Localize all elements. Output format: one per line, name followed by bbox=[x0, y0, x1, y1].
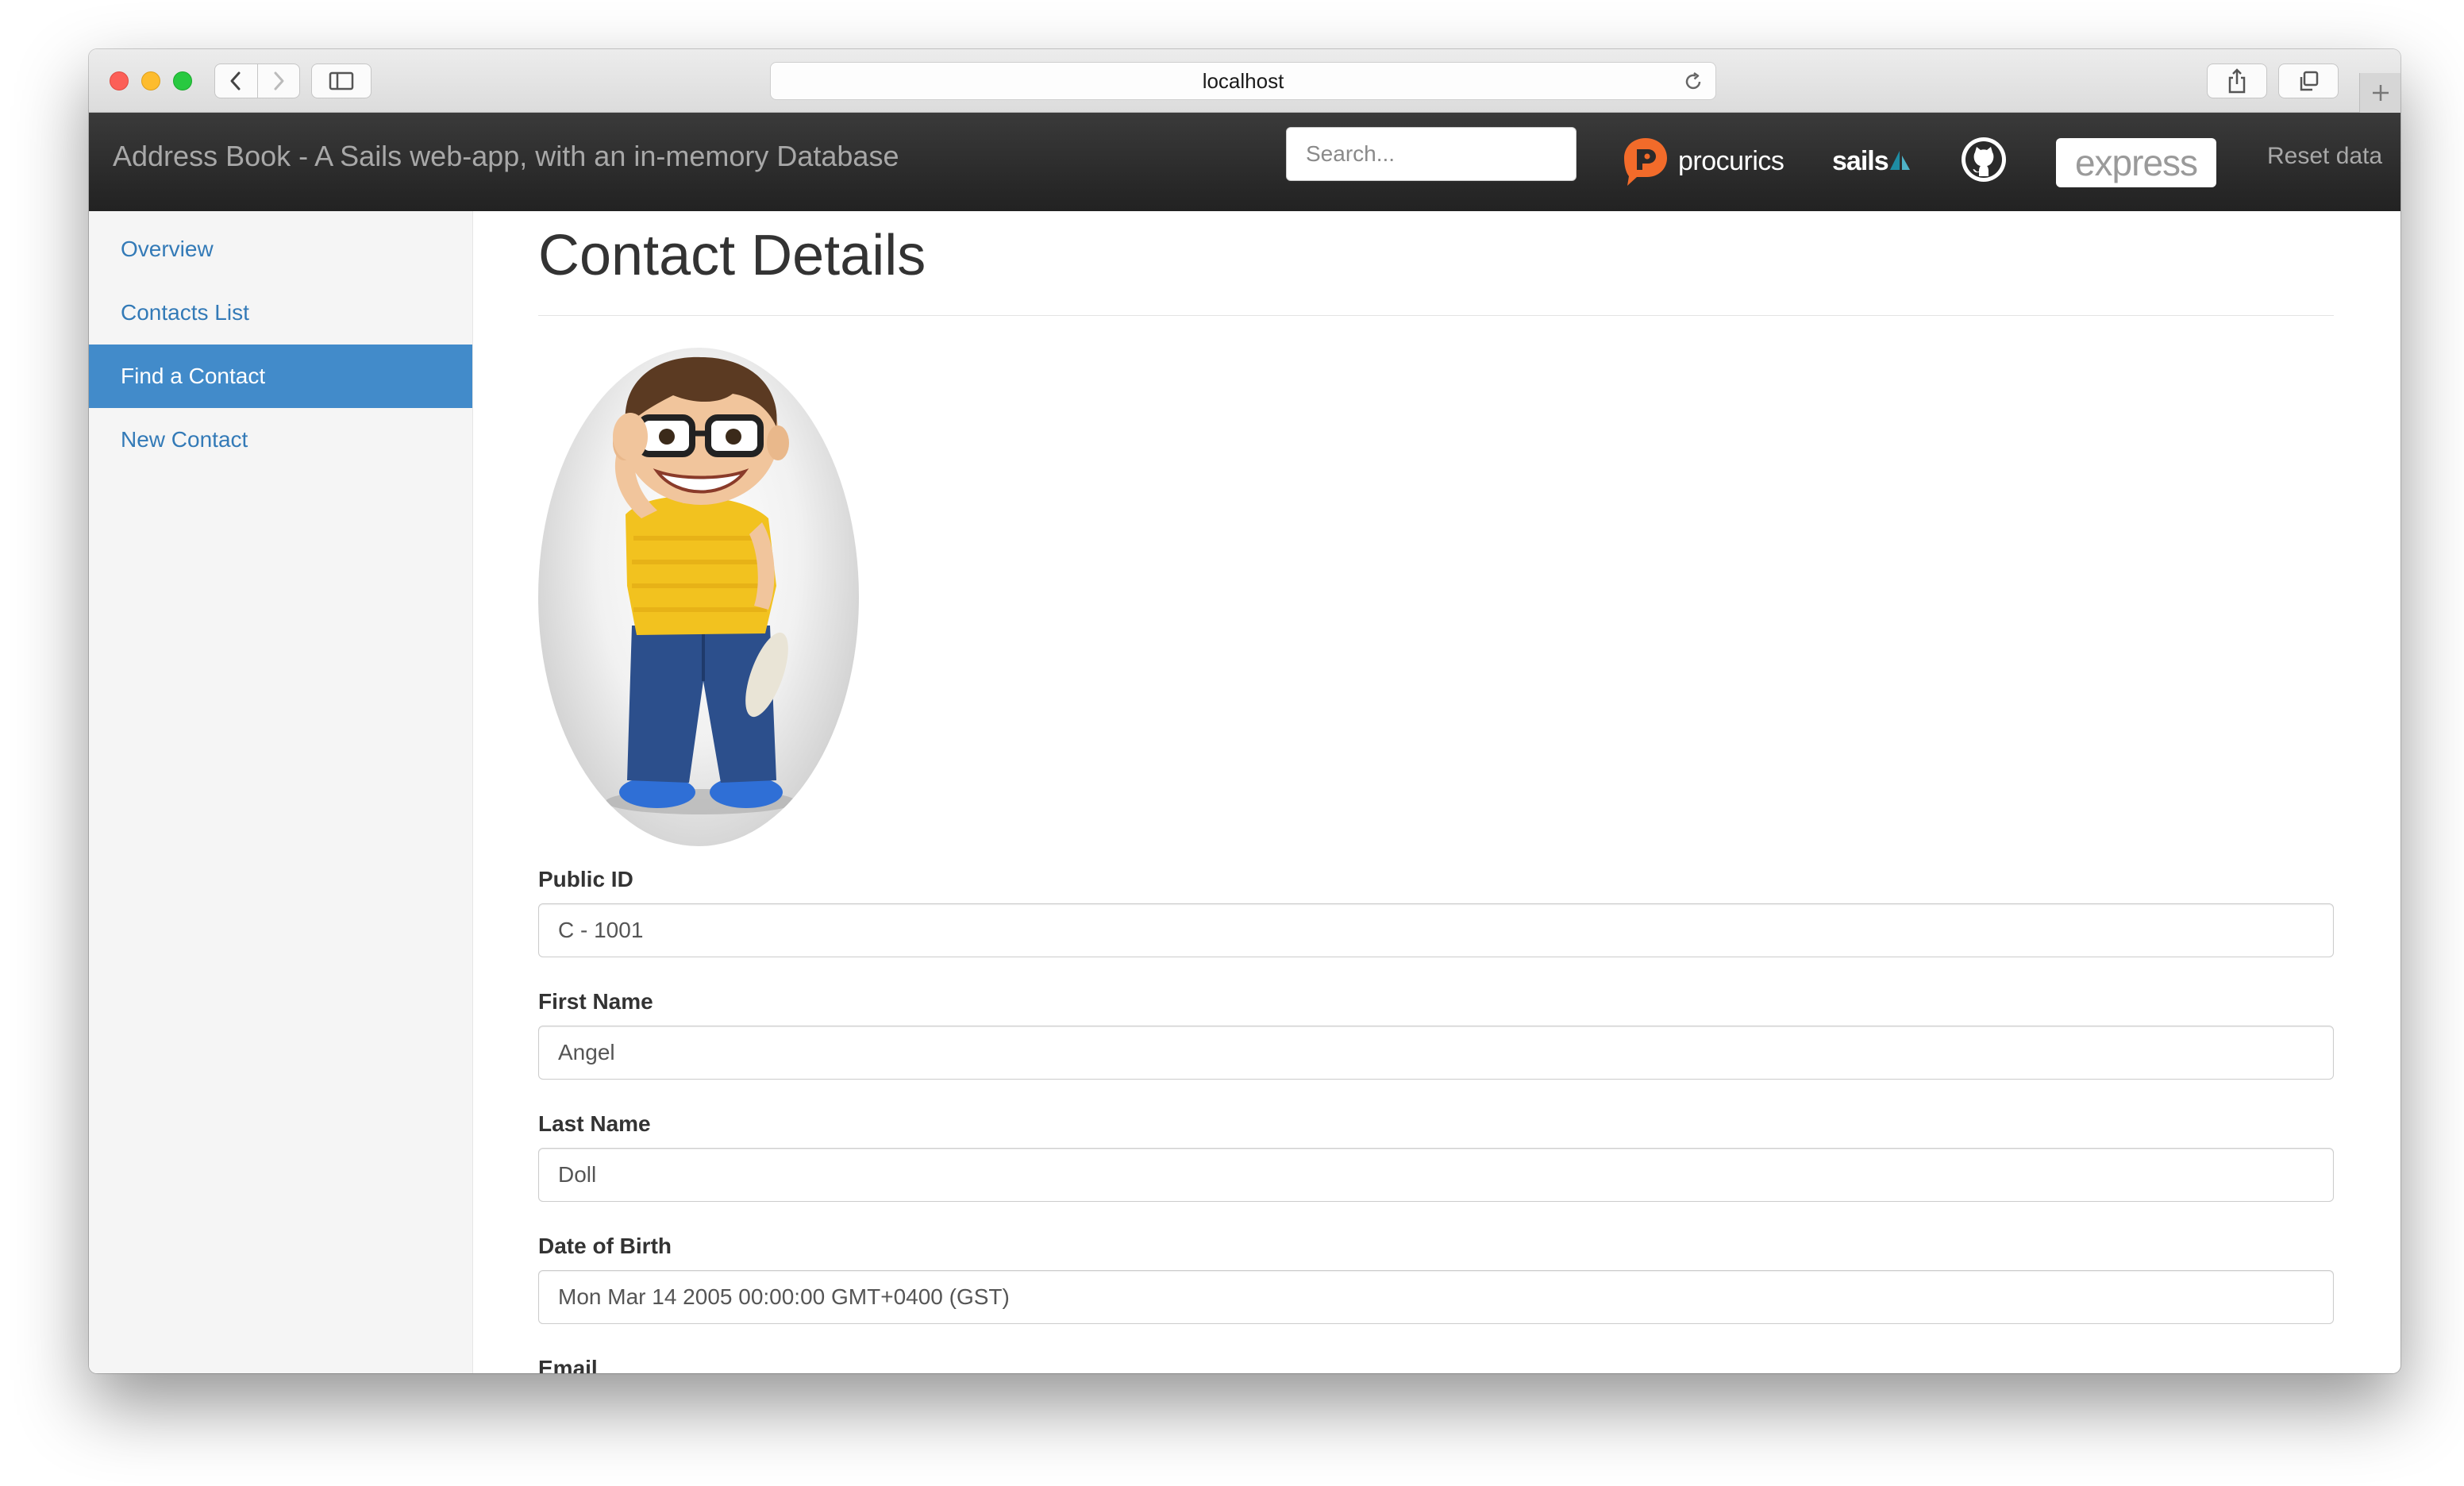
procurics-logo-icon bbox=[1624, 138, 1667, 186]
minimize-window-button[interactable] bbox=[141, 71, 160, 90]
last-name-label: Last Name bbox=[538, 1111, 651, 1136]
last-name-field[interactable] bbox=[538, 1148, 2334, 1202]
share-icon bbox=[2228, 68, 2246, 94]
main-content: Contact Details Public ID C - 1001 First… bbox=[538, 211, 2334, 1373]
sails-logo-link[interactable]: sails bbox=[1832, 133, 1912, 189]
sidebar-nav: Overview Contacts List Find a Contact Ne… bbox=[89, 211, 473, 1373]
procurics-logo-link[interactable]: procurics bbox=[1621, 133, 1784, 189]
public-id-field[interactable] bbox=[538, 903, 2334, 957]
reload-icon[interactable] bbox=[1682, 71, 1704, 93]
maximize-window-button[interactable] bbox=[173, 71, 192, 90]
browser-window: localhost Address Book - A Sails web-app… bbox=[89, 49, 2400, 1373]
reset-data-link[interactable]: Reset data bbox=[2267, 113, 2382, 200]
show-tabs-button[interactable] bbox=[2278, 64, 2339, 98]
first-name-field[interactable] bbox=[538, 1026, 2334, 1080]
public-id-group: Public ID bbox=[538, 865, 2334, 957]
sails-logo-text: sails bbox=[1832, 145, 1889, 176]
address-bar[interactable]: localhost bbox=[770, 62, 1716, 100]
date-of-birth-group: Date of Birth bbox=[538, 1232, 2334, 1324]
sidebar-icon bbox=[329, 71, 354, 90]
back-button[interactable] bbox=[215, 64, 257, 98]
date-of-birth-field[interactable] bbox=[538, 1270, 2334, 1324]
new-tab-button[interactable] bbox=[2359, 73, 2400, 113]
search-input[interactable] bbox=[1286, 127, 1577, 181]
sidebar-toggle-button[interactable] bbox=[311, 64, 372, 98]
page-title: Contact Details bbox=[538, 222, 2334, 316]
browser-toolbar: localhost bbox=[89, 49, 2400, 113]
app-brand[interactable]: Address Book - A Sails web-app, with an … bbox=[113, 113, 899, 200]
sidebar-item-overview[interactable]: Overview bbox=[89, 218, 472, 281]
github-link[interactable] bbox=[1959, 135, 2008, 184]
date-of-birth-label: Date of Birth bbox=[538, 1234, 672, 1258]
sidebar-item-new-contact[interactable]: New Contact bbox=[89, 408, 472, 472]
public-id-label: Public ID bbox=[538, 867, 633, 891]
cartoon-boy-avatar-image bbox=[606, 356, 796, 814]
share-button[interactable] bbox=[2207, 64, 2267, 98]
app-navbar: Address Book - A Sails web-app, with an … bbox=[89, 113, 2400, 211]
history-buttons bbox=[214, 64, 300, 98]
email-label: Email bbox=[538, 1356, 598, 1373]
first-name-label: First Name bbox=[538, 989, 653, 1014]
tabs-icon bbox=[2300, 71, 2319, 91]
sidebar-item-contacts-list[interactable]: Contacts List bbox=[89, 281, 472, 345]
last-name-group: Last Name bbox=[538, 1110, 2334, 1202]
express-logo-link[interactable]: express bbox=[2056, 138, 2216, 187]
forward-button[interactable] bbox=[256, 64, 300, 98]
github-icon bbox=[1962, 137, 2006, 182]
plus-icon bbox=[2372, 85, 2389, 101]
chevron-right-icon bbox=[274, 71, 284, 90]
procurics-logo-text: procurics bbox=[1678, 145, 1784, 176]
first-name-group: First Name bbox=[538, 987, 2334, 1080]
sails-ship-icon bbox=[1889, 151, 1910, 170]
url-text: localhost bbox=[1202, 68, 1284, 93]
close-window-button[interactable] bbox=[110, 71, 129, 90]
email-group: Email bbox=[538, 1354, 2334, 1373]
chevron-left-icon bbox=[230, 71, 241, 90]
contact-avatar bbox=[538, 348, 859, 846]
sidebar-item-find-a-contact[interactable]: Find a Contact bbox=[89, 345, 472, 408]
